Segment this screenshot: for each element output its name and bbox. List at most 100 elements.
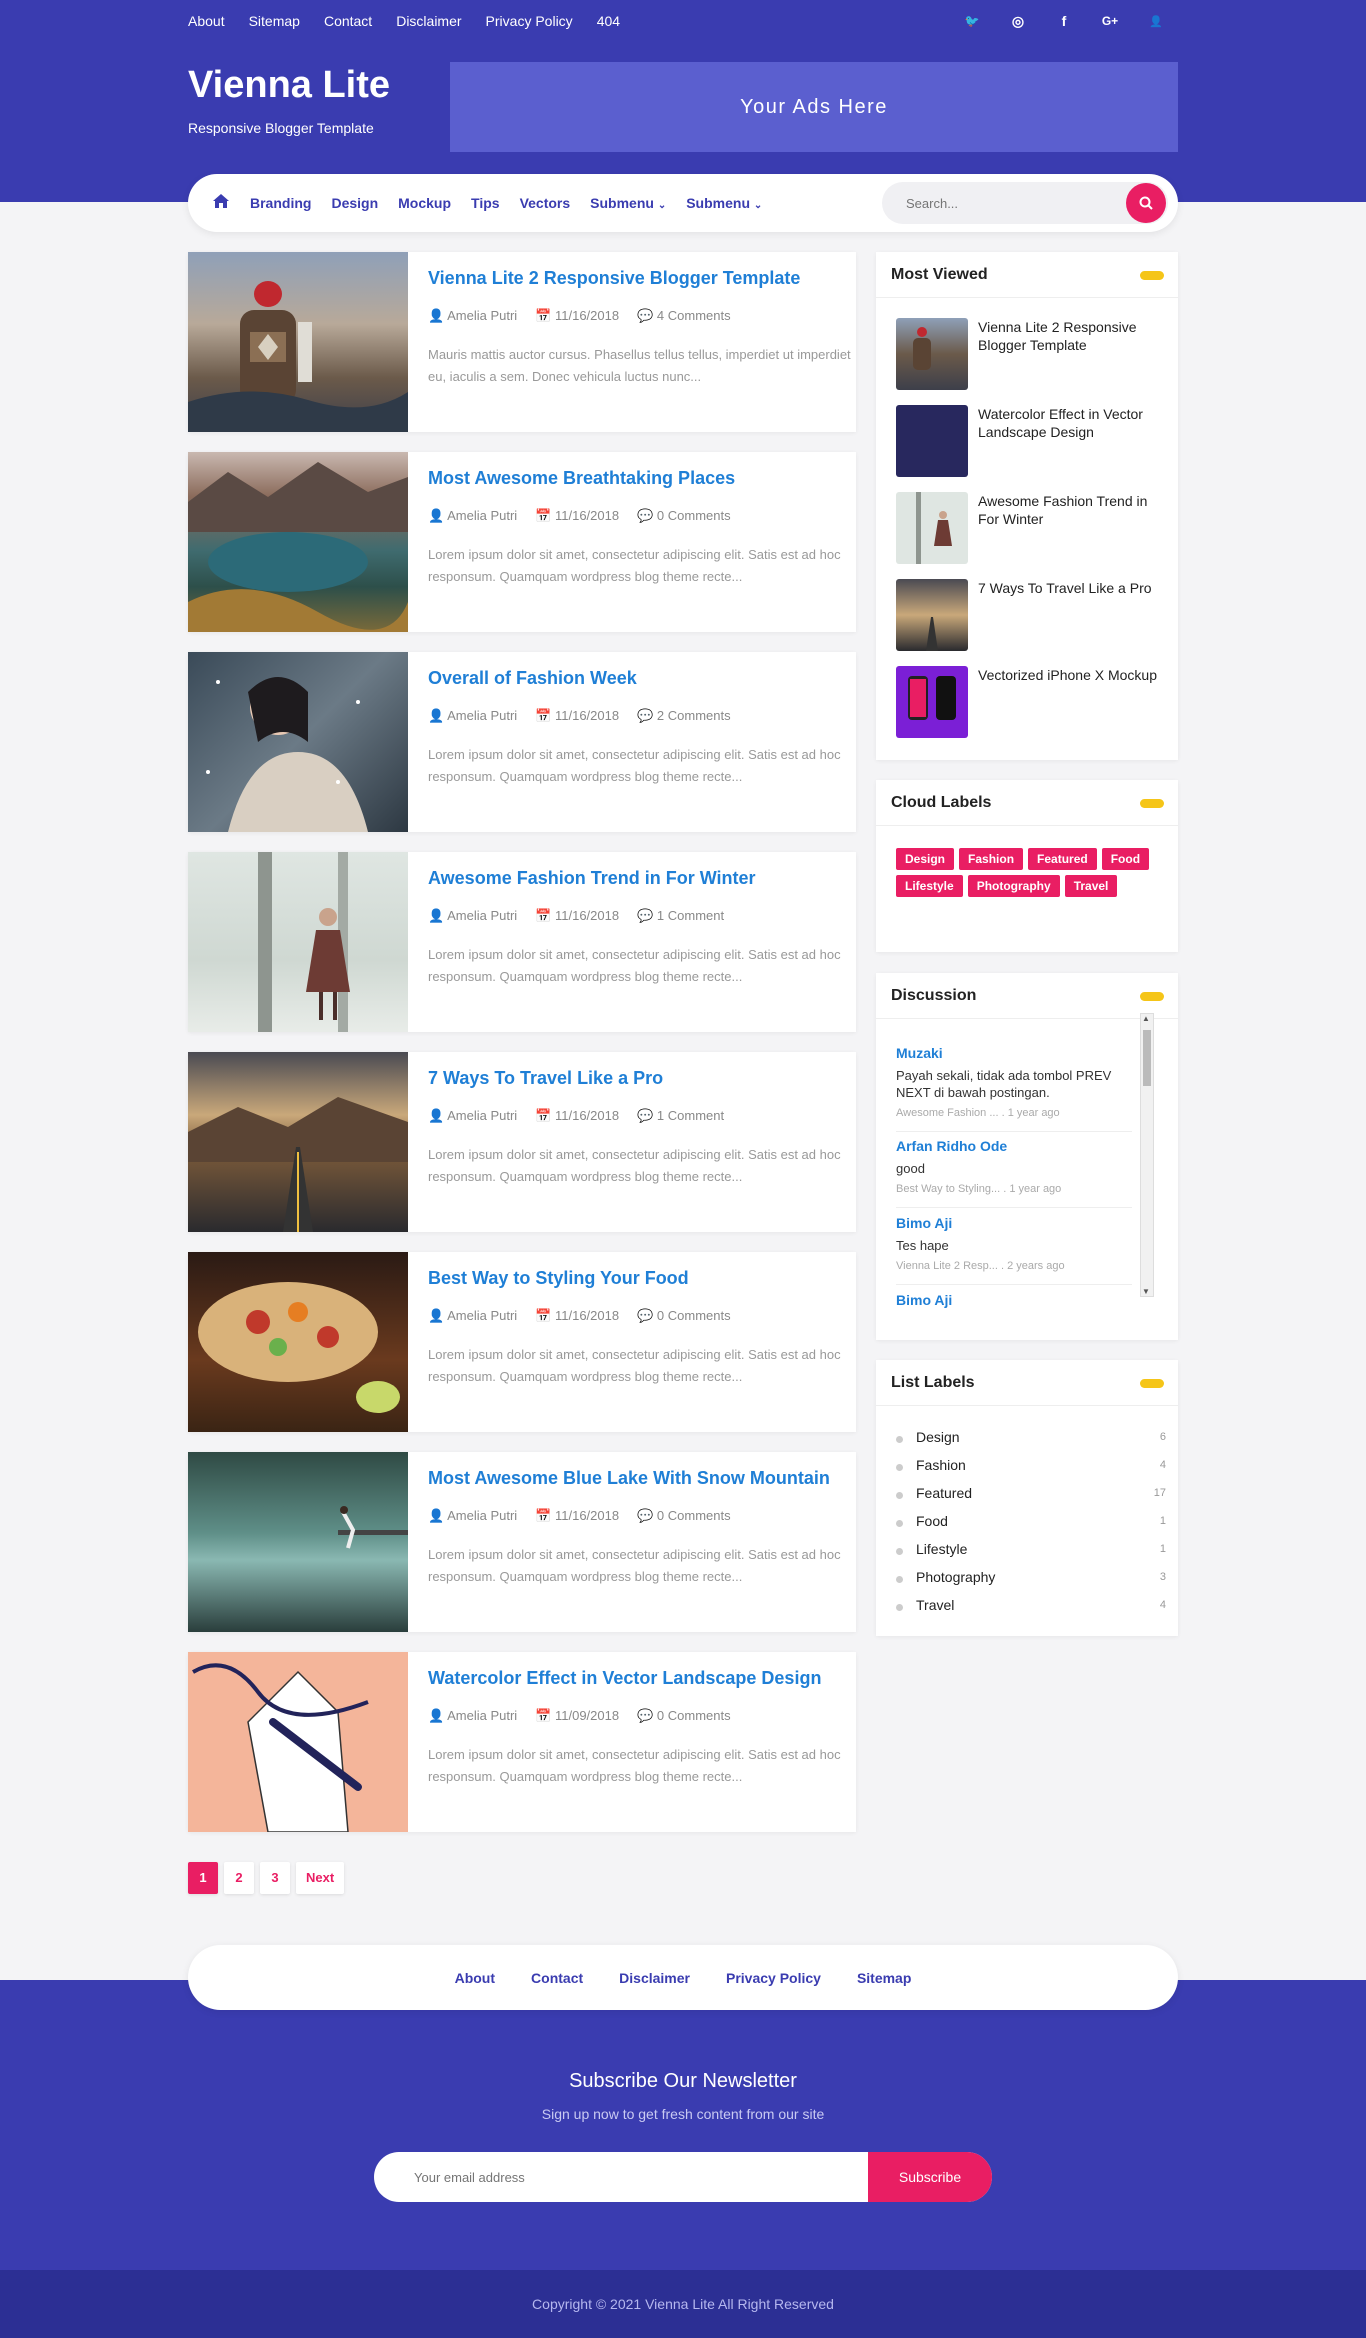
tag-design[interactable]: Design — [896, 848, 955, 870]
subscribe-button[interactable]: Subscribe — [868, 2152, 992, 2202]
post-comments[interactable]: 💬 0 Comments — [637, 1708, 731, 1724]
tag-travel[interactable]: Travel — [1064, 875, 1118, 897]
top-link-sitemap[interactable]: Sitemap — [249, 13, 300, 29]
label-list-item[interactable]: Fashion 4 — [896, 1457, 1166, 1477]
twitter-icon[interactable]: 🐦 — [962, 14, 982, 28]
nav-item-design[interactable]: Design — [331, 195, 378, 211]
post-title[interactable]: Best Way to Styling Your Food — [428, 1268, 848, 1289]
label-name[interactable]: Design — [916, 1429, 960, 1445]
most-viewed-thumbnail[interactable] — [896, 318, 968, 390]
tag-fashion[interactable]: Fashion — [959, 848, 1024, 870]
scroll-down-icon[interactable]: ▼ — [1142, 1287, 1150, 1296]
comment-author[interactable]: Bimo Aji — [896, 1215, 1132, 1231]
label-list-item[interactable]: Food 1 — [896, 1513, 1166, 1533]
label-name[interactable]: Food — [916, 1513, 948, 1529]
footer-link-contact[interactable]: Contact — [531, 1970, 583, 1986]
search-input[interactable] — [906, 182, 1106, 224]
label-name[interactable]: Featured — [916, 1485, 972, 1501]
post-title[interactable]: Overall of Fashion Week — [428, 668, 848, 689]
most-viewed-title[interactable]: 7 Ways To Travel Like a Pro — [978, 579, 1164, 597]
most-viewed-thumbnail[interactable] — [896, 579, 968, 651]
post-title[interactable]: Awesome Fashion Trend in For Winter — [428, 868, 848, 889]
comment-author[interactable]: Muzaki — [896, 1045, 1132, 1061]
most-viewed-title[interactable]: Watercolor Effect in Vector Landscape De… — [978, 405, 1164, 441]
most-viewed-title[interactable]: Awesome Fashion Trend in For Winter — [978, 492, 1164, 528]
next-page-button[interactable]: Next — [296, 1862, 345, 1894]
footer-link-about[interactable]: About — [455, 1970, 495, 1986]
comment-post-link[interactable]: Vienna Lite 2 Resp... — [896, 1260, 998, 1272]
tag-featured[interactable]: Featured — [1028, 848, 1097, 870]
nav-item-submenu-2[interactable]: Submenu ⌄ — [686, 195, 762, 211]
post-thumbnail[interactable] — [188, 1252, 408, 1432]
post-thumbnail[interactable] — [188, 452, 408, 632]
scroll-up-icon[interactable]: ▲ — [1142, 1014, 1150, 1023]
most-viewed-item[interactable]: Vectorized iPhone X Mockup — [896, 666, 1166, 738]
nav-item-branding[interactable]: Branding — [250, 195, 311, 211]
post-comments[interactable]: 💬 1 Comment — [637, 908, 724, 924]
nav-item-tips[interactable]: Tips — [471, 195, 500, 211]
label-list-item[interactable]: Travel 4 — [896, 1597, 1166, 1617]
post-thumbnail[interactable] — [188, 652, 408, 832]
tag-food[interactable]: Food — [1101, 848, 1150, 870]
page-1-button[interactable]: 1 — [188, 1862, 218, 1894]
label-name[interactable]: Photography — [916, 1569, 995, 1585]
most-viewed-item[interactable]: Vienna Lite 2 Responsive Blogger Templat… — [896, 318, 1166, 390]
most-viewed-thumbnail[interactable] — [896, 405, 968, 477]
search-button[interactable] — [1126, 183, 1166, 223]
post-thumbnail[interactable] — [188, 1452, 408, 1632]
user-icon[interactable]: 👤 — [1146, 15, 1166, 28]
top-link-disclaimer[interactable]: Disclaimer — [396, 13, 461, 29]
top-link-404[interactable]: 404 — [597, 13, 620, 29]
label-name[interactable]: Travel — [916, 1597, 954, 1613]
label-list-item[interactable]: Lifestyle 1 — [896, 1541, 1166, 1561]
label-list-item[interactable]: Design 6 — [896, 1429, 1166, 1449]
label-list-item[interactable]: Featured 17 — [896, 1485, 1166, 1505]
post-thumbnail[interactable] — [188, 1052, 408, 1232]
comment-author[interactable]: Bimo Aji — [896, 1292, 1132, 1308]
page-2-button[interactable]: 2 — [224, 1862, 254, 1894]
footer-link-privacy[interactable]: Privacy Policy — [726, 1970, 821, 1986]
page-3-button[interactable]: 3 — [260, 1862, 290, 1894]
most-viewed-item[interactable]: Awesome Fashion Trend in For Winter — [896, 492, 1166, 564]
comment-post-link[interactable]: Awesome Fashion ... — [896, 1107, 999, 1119]
post-thumbnail[interactable] — [188, 252, 408, 432]
post-comments[interactable]: 💬 1 Comment — [637, 1108, 724, 1124]
google-plus-icon[interactable]: G+ — [1100, 14, 1120, 28]
label-name[interactable]: Lifestyle — [916, 1541, 967, 1557]
email-field[interactable] — [414, 2152, 814, 2202]
post-thumbnail[interactable] — [188, 1652, 408, 1833]
nav-item-vectors[interactable]: Vectors — [520, 195, 571, 211]
post-thumbnail[interactable] — [188, 852, 408, 1032]
label-name[interactable]: Fashion — [916, 1457, 966, 1473]
most-viewed-thumbnail[interactable] — [896, 492, 968, 564]
most-viewed-item[interactable]: 7 Ways To Travel Like a Pro — [896, 579, 1166, 651]
post-comments[interactable]: 💬 4 Comments — [637, 308, 731, 324]
tag-photography[interactable]: Photography — [967, 875, 1060, 897]
instagram-icon[interactable]: ◎ — [1008, 13, 1028, 30]
top-link-about[interactable]: About — [188, 13, 225, 29]
footer-link-sitemap[interactable]: Sitemap — [857, 1970, 911, 1986]
nav-item-submenu-1[interactable]: Submenu ⌄ — [590, 195, 666, 211]
most-viewed-item[interactable]: Watercolor Effect in Vector Landscape De… — [896, 405, 1166, 477]
home-icon[interactable] — [212, 193, 230, 214]
top-link-contact[interactable]: Contact — [324, 13, 372, 29]
post-title[interactable]: Most Awesome Breathtaking Places — [428, 468, 848, 489]
most-viewed-title[interactable]: Vienna Lite 2 Responsive Blogger Templat… — [978, 318, 1164, 354]
site-title[interactable]: Vienna Lite — [188, 64, 390, 107]
comment-post-link[interactable]: Best Way to Styling... — [896, 1183, 1000, 1195]
most-viewed-thumbnail[interactable] — [896, 666, 968, 738]
post-comments[interactable]: 💬 0 Comments — [637, 508, 731, 524]
footer-link-disclaimer[interactable]: Disclaimer — [619, 1970, 690, 1986]
scrollbar-thumb[interactable] — [1143, 1030, 1151, 1086]
most-viewed-title[interactable]: Vectorized iPhone X Mockup — [978, 666, 1164, 684]
facebook-icon[interactable]: f — [1054, 13, 1074, 29]
nav-item-mockup[interactable]: Mockup — [398, 195, 451, 211]
comment-author[interactable]: Arfan Ridho Ode — [896, 1138, 1132, 1154]
post-comments[interactable]: 💬 2 Comments — [637, 708, 731, 724]
top-link-privacy[interactable]: Privacy Policy — [486, 13, 573, 29]
post-title[interactable]: 7 Ways To Travel Like a Pro — [428, 1068, 848, 1089]
tag-lifestyle[interactable]: Lifestyle — [896, 875, 963, 897]
post-title[interactable]: Most Awesome Blue Lake With Snow Mountai… — [428, 1468, 848, 1489]
ad-banner[interactable]: Your Ads Here — [450, 62, 1178, 152]
post-title[interactable]: Vienna Lite 2 Responsive Blogger Templat… — [428, 268, 848, 289]
